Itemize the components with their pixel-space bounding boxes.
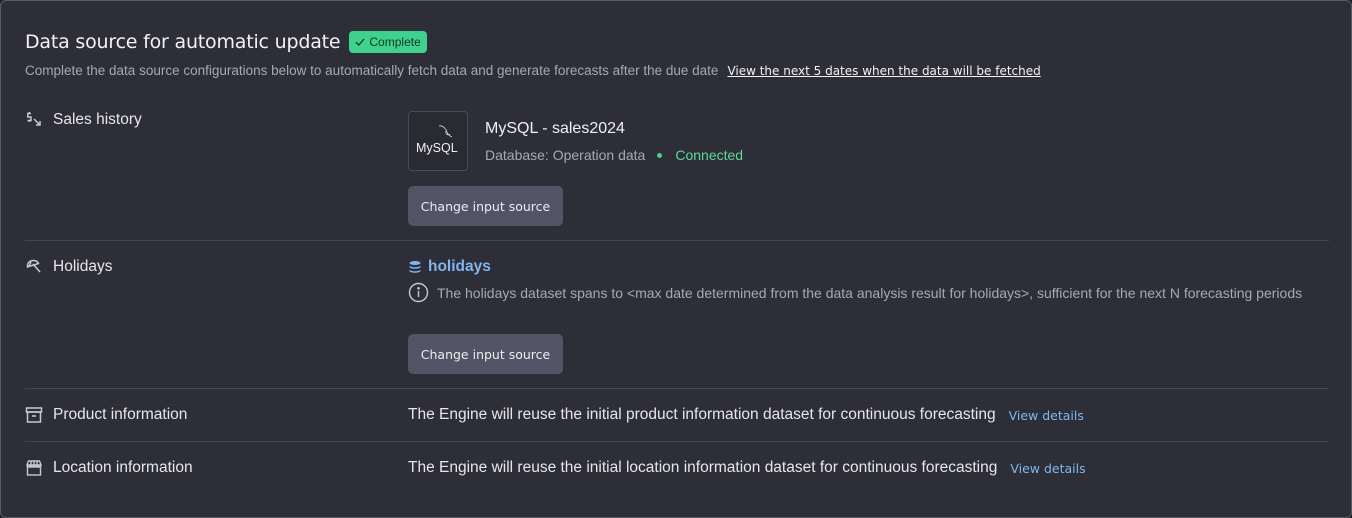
- section-label-text: Holidays: [53, 258, 113, 275]
- storefront-icon: [25, 460, 43, 476]
- section-holidays: Holidays holidays The holidays dataset s…: [25, 258, 1327, 378]
- view-details-link[interactable]: View details: [1009, 408, 1084, 423]
- view-next-dates-link[interactable]: View the next 5 dates when the data will…: [727, 64, 1040, 78]
- section-label: Product information: [25, 406, 187, 424]
- umbrella-icon: [26, 259, 41, 273]
- product-reuse-info: The Engine will reuse the initial produc…: [408, 406, 1084, 424]
- section-label-text: Sales history: [53, 111, 142, 128]
- change-input-source-button[interactable]: Change input source: [408, 334, 563, 374]
- divider: [25, 441, 1329, 442]
- section-label: Holidays: [25, 258, 112, 276]
- panel-title: Data source for automatic update: [25, 31, 341, 53]
- dollar-trend-down-icon: [27, 112, 41, 126]
- check-icon: [355, 38, 365, 46]
- location-reuse-info: The Engine will reuse the initial locati…: [408, 459, 1086, 477]
- section-product-information: Product information The Engine will reus…: [25, 406, 1327, 426]
- svg-text:MySQL: MySQL: [416, 141, 458, 155]
- archive-box-icon: [25, 407, 43, 423]
- section-label-text: Product information: [53, 406, 188, 423]
- view-details-link[interactable]: View details: [1010, 461, 1085, 476]
- source-database: Database: Operation data: [485, 147, 646, 163]
- reuse-text: The Engine will reuse the initial produc…: [408, 406, 996, 423]
- info-text: The holidays dataset spans to <max date …: [437, 284, 1303, 301]
- holidays-dataset-link[interactable]: holidays: [408, 258, 491, 276]
- subtitle-row: Complete the data source configurations …: [25, 63, 1327, 78]
- status-badge: Complete: [349, 31, 427, 53]
- connection-status: Connected: [675, 147, 744, 163]
- source-meta: Database: Operation data Connected: [485, 147, 743, 163]
- section-label-text: Location information: [53, 459, 193, 476]
- section-label: Sales history: [25, 111, 142, 129]
- divider: [25, 240, 1329, 241]
- status-dot: [657, 152, 663, 158]
- info-icon: [408, 282, 429, 303]
- section-sales-history: Sales history MySQL MySQL - sales2024 Da…: [25, 111, 1327, 231]
- mysql-logo: MySQL: [408, 111, 468, 171]
- holidays-info: The holidays dataset spans to <max date …: [408, 282, 1302, 303]
- database-icon: [409, 261, 421, 273]
- status-badge-label: Complete: [369, 35, 421, 49]
- section-label: Location information: [25, 459, 193, 477]
- title-row: Data source for automatic update Complet…: [25, 29, 1327, 55]
- mysql-logo-icon: MySQL: [416, 125, 458, 155]
- reuse-text: The Engine will reuse the initial locati…: [408, 459, 998, 476]
- change-input-source-button[interactable]: Change input source: [408, 186, 563, 226]
- panel-subtitle: Complete the data source configurations …: [25, 63, 719, 78]
- panel-header: Data source for automatic update Complet…: [25, 29, 1327, 78]
- section-location-information: Location information The Engine will reu…: [25, 459, 1327, 479]
- dataset-name: holidays: [428, 258, 491, 275]
- divider: [25, 388, 1329, 389]
- data-source-panel: Data source for automatic update Complet…: [0, 0, 1352, 518]
- source-name: MySQL - sales2024: [485, 120, 625, 137]
